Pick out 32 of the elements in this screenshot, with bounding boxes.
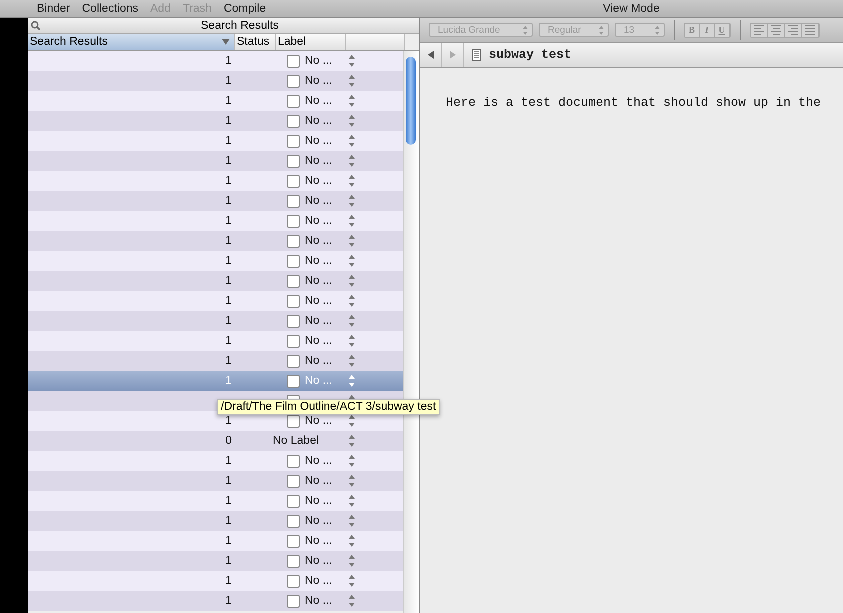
status-value: 1 (226, 515, 232, 527)
view-mode-label: View Mode (602, 2, 661, 14)
status-value: 1 (226, 595, 232, 607)
status-value: 1 (226, 335, 232, 347)
status-value: 0 (226, 435, 232, 447)
status-value: 1 (226, 455, 232, 467)
status-value: 1 (226, 555, 232, 567)
status-value: 1 (226, 475, 232, 487)
path-tooltip: /Draft/The Film Outline/ACT 3/subway test (217, 399, 440, 415)
document-text: Here is a test document that should show up in the (446, 96, 822, 110)
status-value: 1 (226, 535, 232, 547)
status-value: 1 (226, 295, 232, 307)
status-value: 1 (226, 95, 232, 107)
status-value: 1 (226, 155, 232, 167)
status-value: 1 (226, 135, 232, 147)
status-value: 1 (226, 275, 232, 287)
status-value: 1 (226, 175, 232, 187)
status-value: 1 (226, 215, 232, 227)
status-value: 1 (226, 375, 232, 387)
document-title: subway test (489, 48, 572, 62)
status-value: 1 (226, 75, 232, 87)
binder-title: Search Results (200, 20, 280, 32)
status-value: 1 (226, 575, 232, 587)
status-value: 1 (226, 315, 232, 327)
status-value: 1 (226, 355, 232, 367)
status-value: 1 (226, 195, 232, 207)
status-value: 1 (226, 115, 232, 127)
status-value: 1 (226, 415, 232, 427)
status-value: 1 (226, 255, 232, 267)
status-value: 1 (226, 235, 232, 247)
status-value: 1 (226, 495, 232, 507)
status-value: 1 (226, 55, 232, 67)
